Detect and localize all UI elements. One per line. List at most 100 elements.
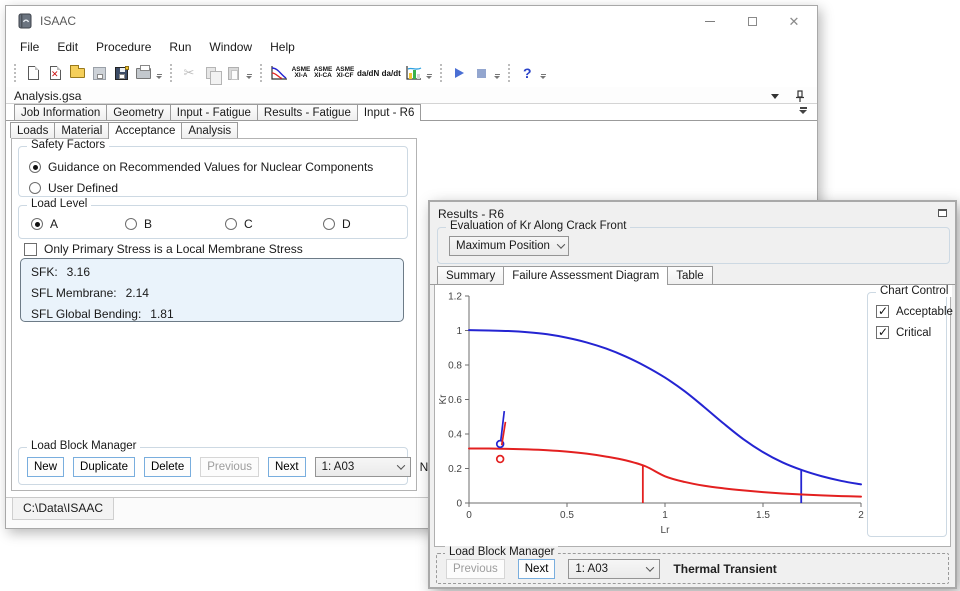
document-tab-row: Job InformationGeometryInput - FatigueRe… — [6, 104, 817, 121]
document-bar: Analysis.gsa — [6, 87, 817, 104]
tab-input-r6[interactable]: Input - R6 — [357, 104, 422, 121]
tab-geometry[interactable]: Geometry — [106, 104, 171, 120]
failure-assessment-diagram-page: 00.511.5200.20.40.60.811.2LrKr Chart Con… — [434, 285, 951, 547]
svg-text:2: 2 — [858, 510, 864, 521]
tab-failure-assessment-diagram[interactable]: Failure Assessment Diagram — [503, 266, 668, 285]
radio-user-defined[interactable] — [29, 182, 41, 194]
svg-text:0.4: 0.4 — [448, 430, 462, 441]
document-list-caret-icon[interactable] — [771, 94, 779, 99]
close-document-button[interactable]: ✕ — [45, 63, 65, 83]
sfl-membrane-label: SFL Membrane: — [31, 286, 117, 300]
toolbar-overflow-icon[interactable] — [156, 68, 162, 79]
da-dt-button[interactable]: da/dt — [381, 63, 401, 83]
toolbar-drag-handle[interactable] — [440, 64, 444, 82]
radio-load-level-b[interactable] — [125, 218, 137, 230]
svg-text:0: 0 — [456, 499, 462, 510]
app-icon — [17, 13, 33, 29]
pin-icon[interactable] — [795, 90, 805, 102]
new-block-button[interactable]: New — [27, 457, 64, 477]
toolbar-overflow-icon[interactable] — [540, 68, 546, 79]
svg-text:0.6: 0.6 — [448, 395, 462, 406]
next-block-button[interactable]: Next — [518, 559, 556, 579]
subtab-material[interactable]: Material — [54, 122, 109, 138]
load-block-manager-group: Load Block Manager New Duplicate Delete … — [18, 447, 408, 485]
safety-factors-group: Safety Factors Guidance on Recommended V… — [18, 146, 408, 197]
next-block-button[interactable]: Next — [268, 457, 306, 477]
tab-overflow-icon[interactable] — [799, 107, 807, 114]
radio-load-level-d[interactable] — [323, 218, 335, 230]
toolbar-overflow-icon[interactable] — [494, 68, 500, 79]
menu-window[interactable]: Window — [201, 38, 260, 58]
menu-edit[interactable]: Edit — [49, 38, 86, 58]
paste-button[interactable] — [223, 63, 243, 83]
group-label: Evaluation of Kr Along Crack Front — [446, 220, 630, 232]
block-select[interactable]: 1: A03 — [568, 559, 660, 579]
duplicate-block-button[interactable]: Duplicate — [73, 457, 135, 477]
subtab-acceptance[interactable]: Acceptance — [108, 122, 182, 139]
toolbar-drag-handle[interactable] — [14, 64, 18, 82]
chart-button[interactable] — [403, 63, 423, 83]
group-label: Load Block Manager — [27, 440, 140, 452]
toolbar-drag-handle[interactable] — [170, 64, 174, 82]
asme-xi-a-button[interactable]: ASME XI-A — [291, 63, 311, 83]
print-button[interactable] — [133, 63, 153, 83]
desktop: ISAAC ✕ File Edit Procedure Run Window H… — [0, 0, 960, 591]
previous-block-button[interactable]: Previous — [200, 457, 259, 477]
save-as-button[interactable] — [111, 63, 131, 83]
tab-summary[interactable]: Summary — [437, 266, 504, 284]
asme-xi-cf-button[interactable]: ASME XI-CF — [335, 63, 355, 83]
previous-block-button[interactable]: Previous — [446, 559, 505, 579]
svg-text:Lr: Lr — [661, 525, 671, 536]
membrane-stress-checkbox[interactable] — [24, 243, 37, 256]
toolbar-overflow-icon[interactable] — [426, 68, 432, 79]
subtab-analysis[interactable]: Analysis — [181, 122, 238, 138]
da-dn-button[interactable]: da/dN — [357, 63, 379, 83]
acceptable-checkbox[interactable] — [876, 305, 889, 318]
radio-guidance[interactable] — [29, 161, 41, 173]
chart-control-group: Chart Control Acceptable Critical — [867, 292, 947, 537]
svg-text:0.5: 0.5 — [560, 510, 574, 521]
toolbar-overflow-icon[interactable] — [246, 68, 252, 79]
position-select[interactable]: Maximum Position — [449, 236, 569, 256]
stop-button[interactable] — [471, 63, 491, 83]
radio-load-level-a[interactable] — [31, 218, 43, 230]
tab-results-fatigue[interactable]: Results - Fatigue — [257, 104, 358, 120]
new-document-button[interactable] — [23, 63, 43, 83]
critical-checkbox[interactable] — [876, 326, 889, 339]
status-path-tab[interactable]: C:\Data\ISAAC — [12, 498, 114, 520]
acceptance-panel: Safety Factors Guidance on Recommended V… — [11, 138, 417, 491]
minimize-button[interactable] — [701, 12, 719, 30]
radio-label: C — [244, 217, 253, 231]
tab-job-information[interactable]: Job Information — [14, 104, 107, 120]
delete-block-button[interactable]: Delete — [144, 457, 191, 477]
menu-run[interactable]: Run — [161, 38, 199, 58]
toolbar-drag-handle[interactable] — [260, 64, 264, 82]
maximize-button[interactable] — [743, 12, 761, 30]
subtab-loads[interactable]: Loads — [10, 122, 55, 138]
run-button[interactable] — [449, 63, 469, 83]
save-button[interactable] — [89, 63, 109, 83]
sub-tab-row: LoadsMaterialAcceptanceAnalysis — [10, 122, 237, 139]
help-button[interactable]: ? — [517, 63, 537, 83]
open-file-button[interactable] — [67, 63, 87, 83]
close-button[interactable]: ✕ — [785, 12, 803, 30]
cut-button[interactable]: ✂ — [179, 63, 199, 83]
copy-button[interactable] — [201, 63, 221, 83]
toolbar-drag-handle[interactable] — [508, 64, 512, 82]
asme-xi-ca-button[interactable]: ASME XI-CA — [313, 63, 333, 83]
evaluation-group: Evaluation of Kr Along Crack Front Maxim… — [437, 227, 950, 264]
svg-text:0.2: 0.2 — [448, 464, 462, 475]
float-window-button[interactable] — [938, 209, 947, 217]
menu-procedure[interactable]: Procedure — [88, 38, 159, 58]
fad-curve-button[interactable] — [269, 63, 289, 83]
tab-table[interactable]: Table — [667, 266, 713, 284]
radio-load-level-c[interactable] — [225, 218, 237, 230]
menu-help[interactable]: Help — [262, 38, 303, 58]
results-window: Results - R6 Evaluation of Kr Along Crac… — [428, 200, 957, 589]
svg-text:0.8: 0.8 — [448, 361, 462, 372]
svg-text:0: 0 — [466, 510, 472, 521]
sfl-global-bending-value: 1.81 — [150, 307, 173, 321]
menu-file[interactable]: File — [12, 38, 47, 58]
tab-input-fatigue[interactable]: Input - Fatigue — [170, 104, 258, 120]
block-select[interactable]: 1: A03 — [315, 457, 411, 477]
